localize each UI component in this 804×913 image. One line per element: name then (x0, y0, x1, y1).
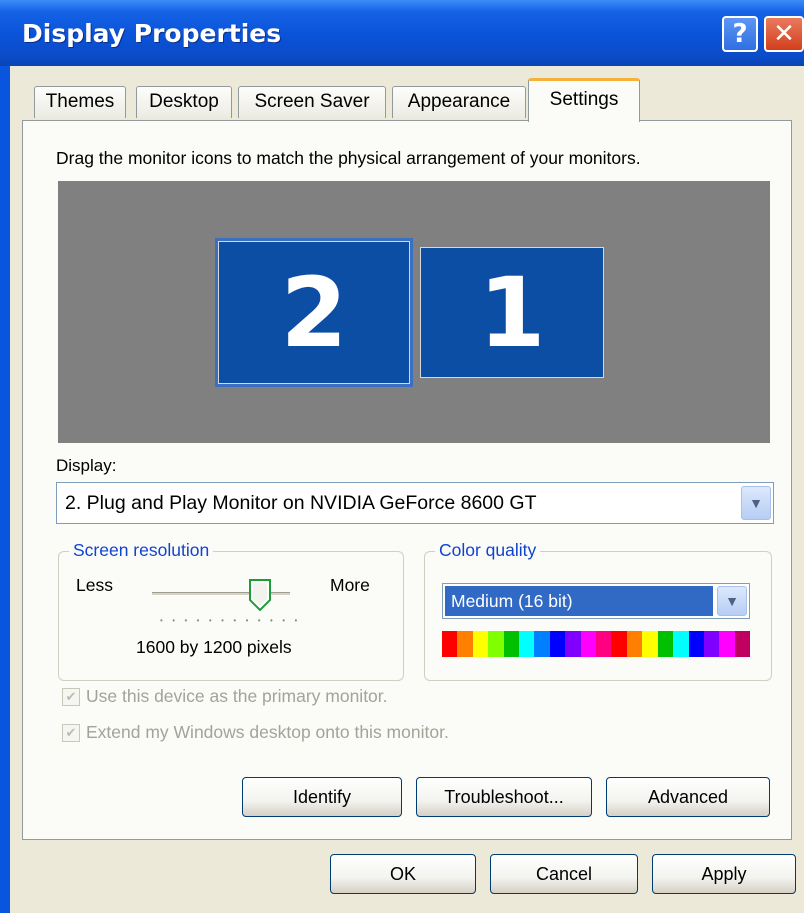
monitor-1-icon[interactable]: 1 (420, 247, 604, 378)
troubleshoot-button[interactable]: Troubleshoot... (416, 777, 592, 817)
title-bar[interactable]: Display Properties ? ✕ (0, 0, 804, 66)
checkmark-icon[interactable]: ✔ (62, 687, 80, 706)
advanced-button[interactable]: Advanced (606, 777, 770, 817)
tab-screen-saver[interactable]: Screen Saver (238, 86, 386, 118)
more-label: More (330, 575, 370, 595)
help-icon: ? (732, 19, 748, 49)
monitor-2-icon[interactable]: 2 (215, 238, 413, 387)
apply-button[interactable]: Apply (652, 854, 796, 894)
tab-settings[interactable]: Settings (528, 78, 640, 122)
primary-monitor-label: Use this device as the primary monitor. (86, 686, 388, 706)
identify-button[interactable]: Identify (242, 777, 402, 817)
checkmark-icon[interactable]: ✔ (62, 723, 80, 742)
color-quality-dropdown[interactable]: Medium (16 bit) ▼ (442, 583, 750, 619)
extend-desktop-checkbox-row[interactable]: ✔ Extend my Windows desktop onto this mo… (62, 722, 449, 743)
cancel-button[interactable]: Cancel (490, 854, 638, 894)
chevron-down-icon[interactable]: ▼ (717, 586, 747, 616)
instruction-text: Drag the monitor icons to match the phys… (56, 148, 641, 168)
close-button[interactable]: ✕ (764, 16, 804, 52)
display-dropdown[interactable]: 2. Plug and Play Monitor on NVIDIA GeFor… (56, 482, 774, 524)
display-dropdown-value: 2. Plug and Play Monitor on NVIDIA GeFor… (65, 492, 537, 514)
color-quality-legend: Color quality (435, 540, 541, 561)
resolution-value: 1600 by 1200 pixels (136, 637, 292, 657)
slider-thumb-icon[interactable] (248, 578, 272, 612)
color-quality-value: Medium (16 bit) (445, 586, 713, 616)
color-spectrum-bar (442, 631, 751, 657)
monitor-arrangement-area[interactable]: 2 1 (58, 181, 770, 443)
close-icon: ✕ (773, 19, 795, 49)
tab-appearance[interactable]: Appearance (392, 86, 526, 118)
tab-themes[interactable]: Themes (34, 86, 126, 118)
slider-ticks: • • • • • • • • • • • • (160, 616, 301, 625)
primary-monitor-checkbox-row[interactable]: ✔ Use this device as the primary monitor… (62, 686, 388, 707)
extend-desktop-label: Extend my Windows desktop onto this moni… (86, 722, 449, 742)
ok-button[interactable]: OK (330, 854, 476, 894)
display-label: Display: (56, 456, 117, 475)
screen-resolution-legend: Screen resolution (69, 540, 214, 561)
chevron-down-icon[interactable]: ▼ (741, 486, 771, 520)
tab-desktop[interactable]: Desktop (136, 86, 232, 118)
less-label: Less (76, 575, 113, 595)
window-title: Display Properties (22, 19, 282, 48)
help-button[interactable]: ? (722, 16, 758, 52)
